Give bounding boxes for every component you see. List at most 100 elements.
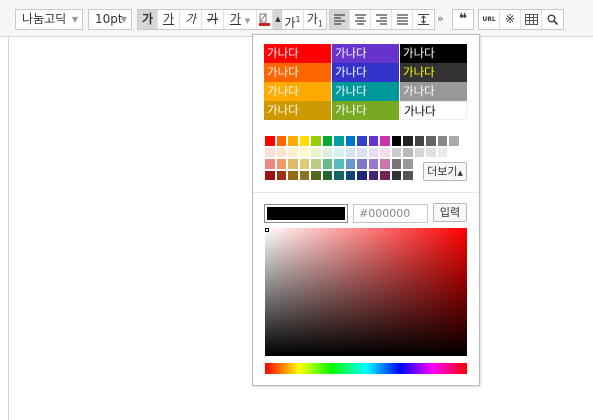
preset-color-item[interactable]: 가나다: [400, 63, 467, 82]
color-swatch[interactable]: [333, 169, 345, 181]
color-swatch[interactable]: [344, 135, 356, 147]
color-swatch[interactable]: [367, 169, 379, 181]
preset-color-item[interactable]: 가나다: [264, 82, 331, 101]
more-colors-button[interactable]: 더보기▲: [423, 162, 467, 181]
color-swatch[interactable]: [402, 169, 414, 181]
subscript-button[interactable]: 가1: [304, 10, 326, 29]
color-swatch[interactable]: [321, 146, 333, 158]
color-swatch[interactable]: [390, 169, 402, 181]
color-swatch[interactable]: [298, 158, 310, 170]
color-palette-popup: 가나다 가나다 가나다 가나다 가나다 가나다 가나다 가나다 가나다 가나다 가나다 가나다 더보기…: [252, 34, 480, 386]
align-justify-button[interactable]: [392, 10, 413, 29]
align-left-button[interactable]: [330, 10, 350, 29]
preset-color-item[interactable]: 가나다: [264, 101, 331, 120]
saturation-value-picker[interactable]: [265, 228, 467, 356]
color-swatch[interactable]: [356, 169, 368, 181]
bg-color-button[interactable]: [257, 10, 273, 29]
preset-color-item[interactable]: 가나다: [332, 101, 399, 120]
color-swatch[interactable]: [287, 169, 299, 181]
special-char-button[interactable]: ※: [500, 10, 521, 29]
color-swatch[interactable]: [413, 146, 425, 158]
color-swatch[interactable]: [310, 158, 322, 170]
color-swatch[interactable]: [448, 135, 460, 147]
color-swatch[interactable]: [275, 135, 287, 147]
color-swatch[interactable]: [333, 135, 345, 147]
color-swatch[interactable]: [367, 135, 379, 147]
color-swatch[interactable]: [390, 158, 402, 170]
color-swatch[interactable]: [298, 169, 310, 181]
color-swatch[interactable]: [425, 146, 437, 158]
preset-color-item[interactable]: 가나다: [332, 44, 399, 63]
color-swatch[interactable]: [402, 135, 414, 147]
find-button[interactable]: [542, 10, 563, 29]
strikethrough-button[interactable]: 가: [202, 10, 224, 29]
preset-color-item[interactable]: 가나다: [332, 63, 399, 82]
italic-button[interactable]: 가: [180, 10, 202, 29]
preset-color-item[interactable]: 가나다: [400, 82, 467, 101]
hue-slider[interactable]: [265, 363, 467, 374]
color-swatch[interactable]: [344, 169, 356, 181]
bold-button[interactable]: 가: [138, 10, 158, 29]
hex-color-input[interactable]: #000000: [353, 204, 428, 223]
underline-button[interactable]: 가: [158, 10, 180, 29]
align-right-button[interactable]: [371, 10, 392, 29]
color-swatch[interactable]: [264, 169, 276, 181]
color-swatch[interactable]: [310, 169, 322, 181]
font-size-select[interactable]: 10pt ▼: [88, 9, 132, 30]
color-swatch[interactable]: [275, 158, 287, 170]
color-swatch[interactable]: [310, 135, 322, 147]
color-swatch[interactable]: [310, 146, 322, 158]
more-tools-button[interactable]: »: [437, 12, 444, 25]
color-swatch[interactable]: [264, 158, 276, 170]
color-swatch[interactable]: [287, 158, 299, 170]
color-swatch[interactable]: [402, 158, 414, 170]
color-swatch[interactable]: [379, 146, 391, 158]
color-swatch[interactable]: [436, 146, 448, 158]
color-swatch[interactable]: [321, 135, 333, 147]
color-swatch[interactable]: [379, 135, 391, 147]
color-swatch[interactable]: [287, 135, 299, 147]
color-swatch[interactable]: [298, 135, 310, 147]
preset-color-item[interactable]: 가나다: [400, 101, 467, 120]
color-swatch[interactable]: [402, 146, 414, 158]
color-swatch[interactable]: [356, 135, 368, 147]
color-swatch[interactable]: [264, 135, 276, 147]
preset-color-item[interactable]: 가나다: [264, 44, 331, 63]
color-swatch[interactable]: [298, 146, 310, 158]
color-swatch[interactable]: [344, 158, 356, 170]
color-swatch[interactable]: [275, 146, 287, 158]
color-swatch[interactable]: [379, 158, 391, 170]
apply-color-button[interactable]: 입력: [433, 203, 467, 222]
color-picker-cursor[interactable]: [265, 228, 269, 232]
color-swatch[interactable]: [390, 146, 402, 158]
color-swatch[interactable]: [425, 135, 437, 147]
color-swatch[interactable]: [321, 158, 333, 170]
color-swatch[interactable]: [344, 146, 356, 158]
color-swatch[interactable]: [413, 135, 425, 147]
quote-button[interactable]: ❝: [452, 9, 474, 30]
table-button[interactable]: [521, 10, 542, 29]
superscript-button[interactable]: 가1: [282, 10, 304, 30]
color-swatch[interactable]: [321, 169, 333, 181]
color-swatch[interactable]: [448, 146, 460, 158]
color-swatch[interactable]: [333, 146, 345, 158]
color-swatch[interactable]: [356, 146, 368, 158]
line-height-button[interactable]: [413, 10, 434, 29]
link-button[interactable]: URL: [479, 10, 500, 29]
color-swatch[interactable]: [390, 135, 402, 147]
preset-color-item[interactable]: 가나다: [264, 63, 331, 82]
preset-color-item[interactable]: 가나다: [332, 82, 399, 101]
color-swatch[interactable]: [275, 169, 287, 181]
font-color-button[interactable]: 가 ▼: [224, 10, 257, 29]
color-swatch[interactable]: [356, 158, 368, 170]
color-swatch[interactable]: [333, 158, 345, 170]
preset-color-item[interactable]: 가나다: [400, 44, 467, 63]
align-center-button[interactable]: [350, 10, 371, 29]
color-swatch[interactable]: [287, 146, 299, 158]
color-swatch[interactable]: [379, 169, 391, 181]
color-swatch[interactable]: [436, 135, 448, 147]
color-swatch[interactable]: [367, 158, 379, 170]
color-swatch[interactable]: [264, 146, 276, 158]
color-swatch[interactable]: [367, 146, 379, 158]
font-family-select[interactable]: 나눔고딕 ▼: [15, 9, 83, 30]
